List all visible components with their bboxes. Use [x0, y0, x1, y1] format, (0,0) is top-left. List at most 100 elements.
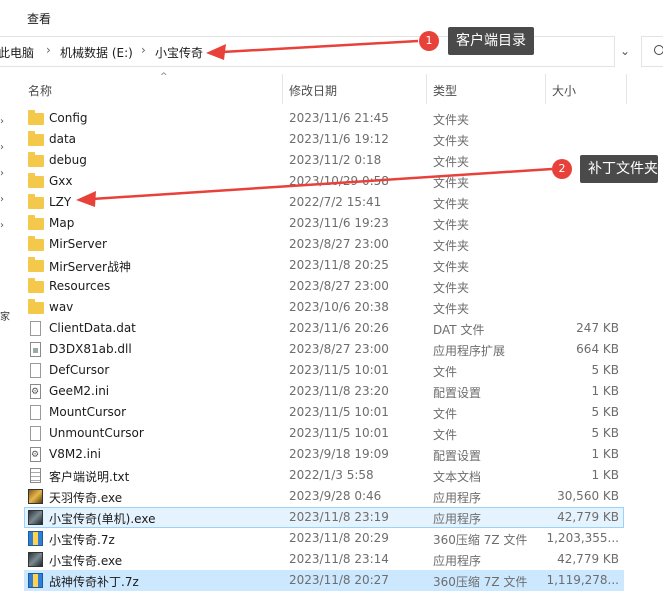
annotation-badge-2: 2 — [552, 159, 572, 179]
file-date: 2023/11/6 21:45 — [289, 111, 389, 125]
chevron-right-icon[interactable]: › — [46, 43, 51, 57]
chevron-down-icon[interactable]: ⌄ — [620, 44, 630, 58]
file-row[interactable]: 客户端说明.txt 2022/1/3 5:58 文本文档 1 KB — [24, 465, 624, 486]
file-row[interactable]: wav 2023/10/6 20:38 文件夹 — [24, 297, 624, 318]
file-type: 360压缩 7Z 文件 — [433, 575, 528, 589]
file-date: 2023/11/8 23:19 — [289, 510, 389, 524]
expand-chevron-icon[interactable]: › — [0, 220, 4, 231]
settings-file-icon — [30, 447, 41, 462]
file-row[interactable]: D3DX81ab.dll 2023/8/27 23:00 应用程序扩展 664 KB — [24, 339, 624, 360]
file-type: 配置设置 — [433, 386, 482, 400]
folder-icon — [28, 278, 44, 293]
dll-file-icon — [30, 342, 41, 357]
game-exe-icon — [28, 489, 43, 504]
file-type: 应用程序扩展 — [433, 344, 506, 358]
file-row[interactable]: ClientData.dat 2023/11/6 20:26 DAT 文件 247 K… — [24, 318, 624, 339]
menu-bar: 查看 — [0, 0, 663, 34]
expand-chevron-icon[interactable]: › — [0, 168, 4, 179]
file-row[interactable]: V8M2.ini 2023/9/18 19:09 配置设置 1 KB — [24, 444, 624, 465]
file-date: 2023/11/8 23:14 — [289, 552, 389, 566]
file-name: ClientData.dat — [49, 321, 136, 335]
file-row[interactable]: Map 2023/11/6 19:23 文件夹 — [24, 213, 624, 234]
file-date: 2023/11/8 20:29 — [289, 531, 389, 545]
file-row[interactable]: 小宝传奇.exe 2023/11/8 23:14 应用程序 42,779 KB — [24, 549, 624, 570]
folder-icon — [28, 299, 44, 314]
file-row[interactable]: debug 2023/11/2 0:18 文件夹 — [24, 150, 624, 171]
nav-item-label[interactable]: 家 — [0, 308, 10, 323]
file-size: 42,779 KB — [557, 552, 619, 566]
file-size: 42,779 KB — [557, 510, 619, 524]
file-date: 2023/8/27 23:00 — [289, 279, 389, 293]
navigation-pane: › › › › › 家 — [0, 68, 12, 614]
breadcrumb-this-pc[interactable]: 此电脑 — [0, 44, 34, 61]
file-name: 小宝传奇.7z — [49, 533, 115, 547]
file-type: 文件夹 — [433, 239, 470, 253]
column-header-row: ^ 名称 修改日期 类型 大小 — [12, 72, 663, 104]
column-size[interactable]: 大小 — [552, 82, 576, 99]
archive-icon — [28, 531, 43, 546]
file-type: 应用程序 — [433, 554, 482, 568]
file-type: 文件夹 — [433, 113, 470, 127]
file-size: 1,203,355... — [546, 531, 619, 545]
file-name: Config — [49, 111, 88, 125]
column-divider[interactable] — [282, 74, 283, 104]
file-size: 5 KB — [591, 426, 619, 440]
file-row[interactable]: 天羽传奇.exe 2023/9/28 0:46 应用程序 30,560 KB — [24, 486, 624, 507]
text-file-icon — [30, 468, 41, 483]
file-size: 5 KB — [591, 405, 619, 419]
expand-chevron-icon[interactable]: › — [0, 116, 4, 127]
menu-view[interactable]: 查看 — [27, 10, 51, 27]
file-name: Gxx — [49, 174, 73, 188]
column-divider[interactable] — [545, 74, 546, 104]
file-date: 2023/10/29 0:58 — [289, 174, 389, 188]
column-date[interactable]: 修改日期 — [289, 82, 337, 99]
file-row[interactable]: MirServer 2023/8/27 23:00 文件夹 — [24, 234, 624, 255]
file-date: 2023/11/8 20:25 — [289, 258, 389, 272]
file-row[interactable]: LZY 2022/7/2 15:41 文件夹 — [24, 192, 624, 213]
file-row[interactable]: 战神传奇补丁.7z 2023/11/8 20:27 360压缩 7Z 文件 1,119… — [24, 570, 624, 591]
breadcrumb-drive[interactable]: 机械数据 (E:) — [60, 44, 133, 61]
file-name: MountCursor — [49, 405, 127, 419]
file-row[interactable]: UnmountCursor 2023/11/5 10:01 文件 5 KB — [24, 423, 624, 444]
file-type: 文件夹 — [433, 281, 470, 295]
file-row[interactable]: GeeM2.ini 2023/11/8 23:20 配置设置 1 KB — [24, 381, 624, 402]
file-date: 2023/9/28 0:46 — [289, 489, 382, 503]
settings-file-icon — [30, 384, 41, 399]
file-size: 247 KB — [576, 321, 619, 335]
column-name[interactable]: 名称 — [28, 82, 52, 99]
column-divider[interactable] — [626, 74, 627, 104]
file-row[interactable]: Config 2023/11/6 21:45 文件夹 — [24, 108, 624, 129]
folder-icon — [28, 194, 44, 209]
column-divider[interactable] — [426, 74, 427, 104]
column-type[interactable]: 类型 — [433, 82, 457, 99]
file-row[interactable]: MirServer战神 2023/11/8 20:25 文件夹 — [24, 255, 624, 276]
blank-file-icon — [30, 405, 41, 420]
search-box[interactable] — [641, 36, 663, 67]
file-date: 2023/11/6 19:23 — [289, 216, 389, 230]
file-type: 文本文档 — [433, 470, 482, 484]
file-name: 小宝传奇(单机).exe — [49, 512, 156, 526]
file-row[interactable]: Resources 2023/8/27 23:00 文件夹 — [24, 276, 624, 297]
file-type: 文件 — [433, 428, 458, 442]
file-name: MirServer — [49, 237, 107, 251]
file-date: 2023/11/5 10:01 — [289, 405, 389, 419]
file-name: DefCursor — [49, 363, 110, 377]
chevron-right-icon[interactable]: › — [141, 43, 146, 57]
annotation-label-1: 客户端目录 — [448, 27, 534, 55]
file-row[interactable]: Gxx 2023/10/29 0:58 文件夹 — [24, 171, 624, 192]
file-row[interactable]: MountCursor 2023/11/5 10:01 文件 5 KB — [24, 402, 624, 423]
file-row[interactable]: data 2023/11/6 19:12 文件夹 — [24, 129, 624, 150]
folder-icon — [28, 131, 44, 146]
file-date: 2023/9/18 19:09 — [289, 447, 389, 461]
file-row[interactable]: DefCursor 2023/11/5 10:01 文件 5 KB — [24, 360, 624, 381]
file-row[interactable]: 小宝传奇.7z 2023/11/8 20:29 360压缩 7Z 文件 1,203,3… — [24, 528, 624, 549]
file-row[interactable]: 小宝传奇(单机).exe 2023/11/8 23:19 应用程序 42,779 KB — [24, 507, 624, 528]
breadcrumb-folder[interactable]: 小宝传奇 — [155, 44, 203, 61]
file-type: 文件 — [433, 407, 458, 421]
file-size: 1,119,278... — [546, 573, 619, 587]
file-date: 2023/8/27 23:00 — [289, 237, 389, 251]
file-name: UnmountCursor — [49, 426, 144, 440]
expand-chevron-icon[interactable]: › — [0, 194, 4, 205]
folder-icon — [28, 215, 44, 230]
expand-chevron-icon[interactable]: › — [0, 142, 4, 153]
